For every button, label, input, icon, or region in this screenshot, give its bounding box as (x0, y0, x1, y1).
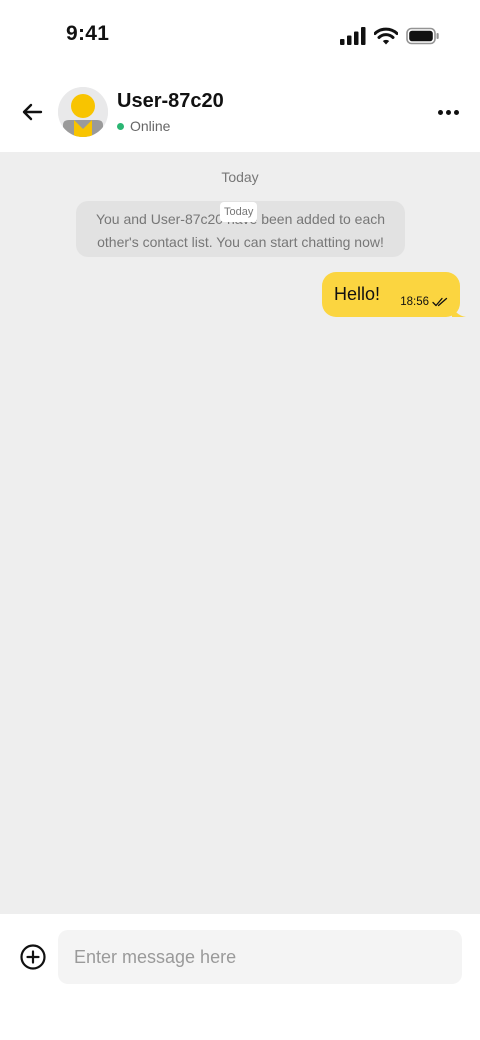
wifi-icon (374, 27, 398, 45)
contact-name: User-87c20 (117, 90, 224, 112)
message-input[interactable] (58, 930, 462, 984)
avatar[interactable] (58, 87, 108, 137)
plus-circle-icon (20, 944, 46, 970)
status-bar: 9:41 (0, 0, 480, 72)
presence-label: Online (130, 118, 171, 134)
arrow-left-icon (22, 103, 43, 121)
more-horizontal-icon (453, 109, 459, 115)
status-icons (340, 26, 440, 46)
message-composer (0, 914, 480, 1040)
bubble-tail (452, 303, 466, 317)
messages-area[interactable]: Today You and User-87c20 have been added… (0, 152, 480, 914)
double-check-icon (432, 297, 448, 307)
more-options-button[interactable] (434, 98, 462, 126)
back-button[interactable] (14, 96, 50, 128)
battery-icon (406, 27, 439, 45)
outgoing-message-bubble[interactable]: Hello! 18:56 (322, 272, 466, 317)
status-time: 9:41 (66, 22, 110, 45)
chat-screen: 9:41 User-87c20 Online Today You and Use… (0, 0, 480, 1040)
sticky-date-label: Today (220, 202, 258, 222)
user-avatar-icon (58, 87, 108, 137)
cellular-signal-icon (340, 27, 366, 45)
message-text: Hello! (334, 284, 381, 304)
message-meta: 18:56 (400, 296, 448, 308)
chat-header: User-87c20 Online (0, 72, 480, 152)
more-horizontal-icon (437, 109, 443, 115)
attach-button[interactable] (19, 943, 47, 971)
message-time: 18:56 (400, 296, 429, 308)
presence-status: Online (117, 118, 170, 134)
more-horizontal-icon (445, 109, 451, 115)
date-separator: Today (221, 169, 259, 185)
online-dot-icon (117, 122, 124, 130)
